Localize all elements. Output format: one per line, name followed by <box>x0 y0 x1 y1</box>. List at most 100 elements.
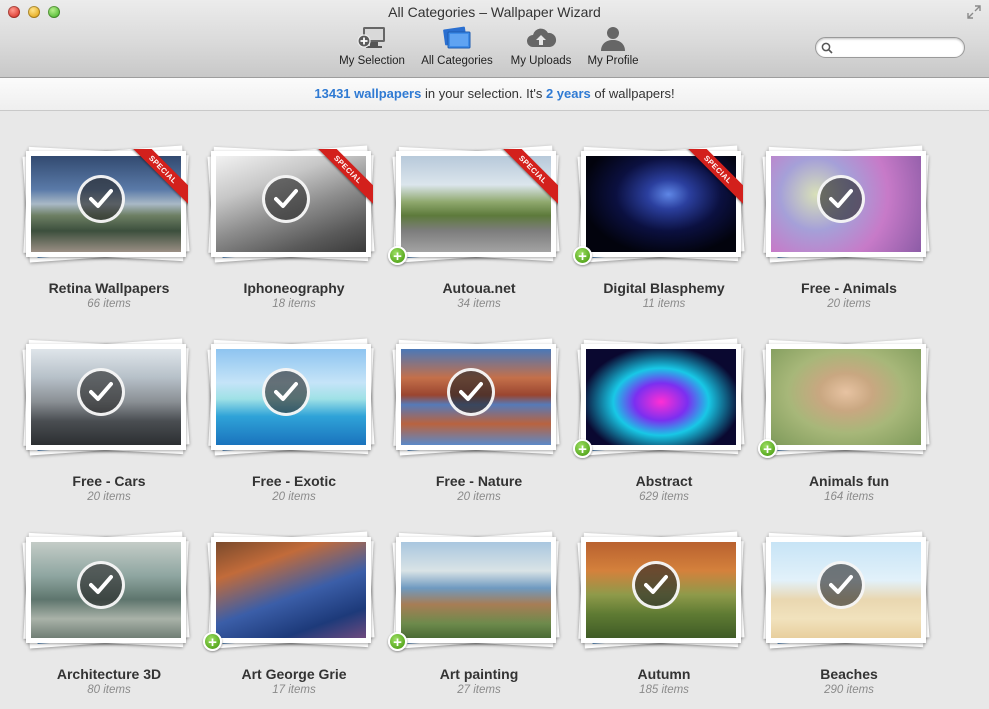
category-item-count: 80 items <box>87 684 131 696</box>
category-tile[interactable]: Free - Exotic 20 items <box>201 326 387 516</box>
thumbnail-image <box>586 349 736 445</box>
category-tile[interactable]: + Art George Grie 17 items <box>201 519 387 709</box>
category-item-count: 17 items <box>272 684 316 696</box>
fullscreen-icon[interactable] <box>967 5 981 19</box>
toolbar-all-categories[interactable]: All Categories <box>418 26 496 67</box>
category-tile[interactable]: + Art painting 27 items <box>386 519 572 709</box>
category-thumbnail[interactable] <box>26 344 186 450</box>
add-category-icon[interactable]: + <box>203 632 222 651</box>
thumbnail-image <box>401 542 551 638</box>
photo-stack <box>16 326 202 456</box>
category-item-count: 34 items <box>457 298 501 310</box>
category-thumbnail[interactable]: + <box>388 537 556 651</box>
add-category-icon[interactable]: + <box>388 246 407 265</box>
selected-check-icon[interactable] <box>817 561 865 609</box>
photo-stack <box>571 519 757 649</box>
category-tile[interactable]: SPECIAL + Autoua.net 34 items <box>386 133 572 323</box>
special-ribbon-label: SPECIAL <box>683 149 743 206</box>
selected-check-icon[interactable] <box>77 561 125 609</box>
category-name: Iphoneography <box>243 280 345 296</box>
category-thumbnail[interactable]: + <box>758 344 926 458</box>
category-thumbnail[interactable]: SPECIAL + <box>573 149 743 265</box>
photo-stack: SPECIAL + <box>386 133 572 265</box>
category-item-count: 11 items <box>642 298 686 310</box>
category-item-count: 164 items <box>824 491 874 503</box>
category-tile[interactable]: + Abstract 629 items <box>571 326 757 516</box>
special-ribbon-label: SPECIAL <box>498 149 558 206</box>
toolbar: All Categories – Wallpaper Wizard My Sel… <box>0 0 989 78</box>
toolbar-all-categories-label: All Categories <box>421 55 493 67</box>
category-thumbnail[interactable] <box>26 537 186 643</box>
selected-check-icon[interactable] <box>447 368 495 416</box>
category-item-count: 20 items <box>457 491 501 503</box>
search-field[interactable] <box>815 37 965 58</box>
app-window: All Categories – Wallpaper Wizard My Sel… <box>0 0 989 709</box>
category-tile[interactable]: Beaches 290 items <box>756 519 942 709</box>
category-item-count: 20 items <box>272 491 316 503</box>
photo-stack: SPECIAL <box>201 133 387 263</box>
wallpaper-count: 13431 wallpapers <box>314 86 422 101</box>
photo-stack: SPECIAL + <box>571 133 757 265</box>
photo-stack: SPECIAL <box>16 133 202 263</box>
add-category-icon[interactable]: + <box>758 439 777 458</box>
selection-summary: 13431 wallpapers in your selection. It's… <box>0 78 989 111</box>
category-name: Free - Nature <box>435 473 523 489</box>
category-name: Architecture 3D <box>56 666 162 682</box>
category-tile[interactable]: Free - Nature 20 items <box>386 326 572 516</box>
summary-text-end: of wallpapers! <box>590 86 675 101</box>
category-grid: SPECIAL Retina Wallpapers 66 items SPECIAL I… <box>0 111 989 709</box>
wallpaper-duration: 2 years <box>545 86 591 101</box>
search-input[interactable] <box>836 39 960 57</box>
toolbar-my-selection[interactable]: My Selection <box>336 26 408 67</box>
add-category-icon[interactable]: + <box>573 439 592 458</box>
category-thumbnail[interactable] <box>581 537 741 643</box>
photo-stack <box>201 326 387 456</box>
category-thumbnail[interactable] <box>211 344 371 450</box>
photo-stack <box>756 519 942 649</box>
photo-stack <box>756 133 942 263</box>
selected-check-icon[interactable] <box>817 175 865 223</box>
category-thumbnail[interactable]: SPECIAL <box>26 149 188 257</box>
category-tile[interactable]: SPECIAL + Digital Blasphemy 11 items <box>571 133 757 323</box>
category-tile[interactable]: SPECIAL Iphoneography 18 items <box>201 133 387 323</box>
category-item-count: 27 items <box>457 684 501 696</box>
category-name: Beaches <box>820 666 878 682</box>
toolbar-my-profile[interactable]: My Profile <box>584 26 642 67</box>
special-ribbon: SPECIAL <box>498 149 558 209</box>
category-tile[interactable]: SPECIAL Retina Wallpapers 66 items <box>16 133 202 323</box>
category-thumbnail[interactable]: + <box>573 344 741 458</box>
thumbnail-image <box>216 542 366 638</box>
photo-stack: + <box>571 326 757 458</box>
selected-check-icon[interactable] <box>262 368 310 416</box>
category-thumbnail[interactable] <box>766 151 926 257</box>
selected-check-icon[interactable] <box>632 561 680 609</box>
category-item-count: 629 items <box>639 491 689 503</box>
monitor-plus-icon <box>356 26 388 52</box>
special-ribbon: SPECIAL <box>128 149 188 209</box>
category-thumbnail[interactable] <box>396 344 556 450</box>
special-ribbon: SPECIAL <box>683 149 743 209</box>
category-name: Animals fun <box>808 473 890 489</box>
selected-check-icon[interactable] <box>77 368 125 416</box>
category-tile[interactable]: Free - Animals 20 items <box>756 133 942 323</box>
category-name: Abstract <box>635 473 693 489</box>
category-name: Autoua.net <box>442 280 516 296</box>
selected-check-icon[interactable] <box>77 175 125 223</box>
add-category-icon[interactable]: + <box>573 246 592 265</box>
category-name: Autumn <box>637 666 691 682</box>
category-tile[interactable]: + Animals fun 164 items <box>756 326 942 516</box>
category-tile[interactable]: Free - Cars 20 items <box>16 326 202 516</box>
category-item-count: 18 items <box>272 298 316 310</box>
cloud-upload-icon <box>525 26 557 52</box>
add-category-icon[interactable]: + <box>388 632 407 651</box>
toolbar-my-uploads[interactable]: My Uploads <box>508 26 574 67</box>
category-tile[interactable]: Autumn 185 items <box>571 519 757 709</box>
category-thumbnail[interactable] <box>766 537 926 643</box>
category-tile[interactable]: Architecture 3D 80 items <box>16 519 202 709</box>
selected-check-icon[interactable] <box>262 175 310 223</box>
category-thumbnail[interactable]: SPECIAL <box>211 149 373 257</box>
category-thumbnail[interactable]: + <box>203 537 371 651</box>
category-item-count: 20 items <box>87 491 131 503</box>
category-name: Art painting <box>439 666 519 682</box>
category-thumbnail[interactable]: SPECIAL + <box>388 149 558 265</box>
